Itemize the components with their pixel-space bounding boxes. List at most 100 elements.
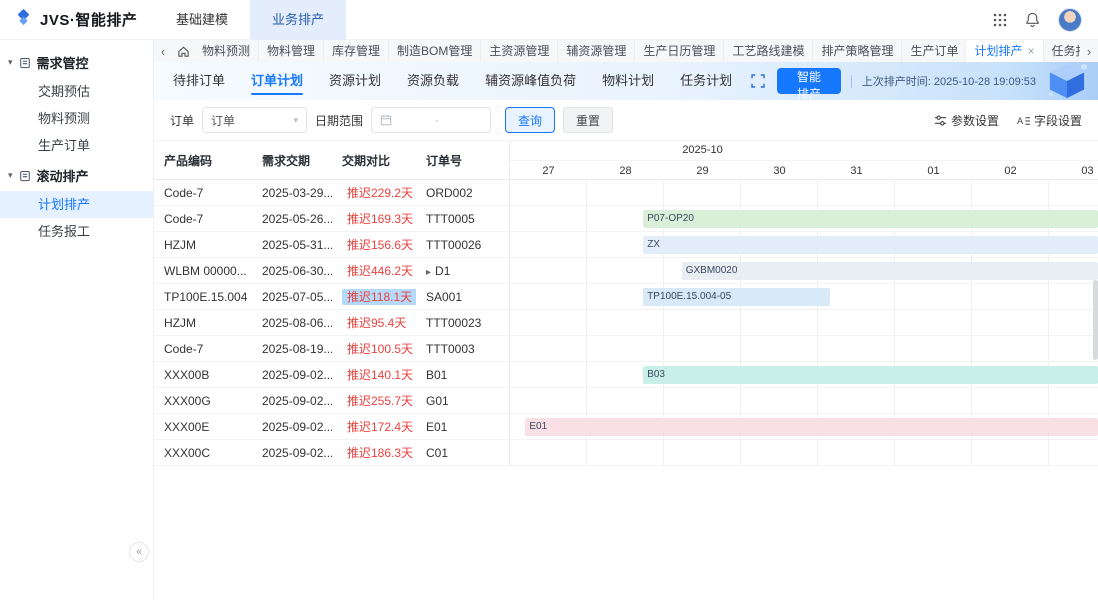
- due-date-cell: 2025-06-30...: [252, 264, 332, 278]
- sub-tab[interactable]: 资源计划: [316, 62, 394, 100]
- order-no-text: ORD002: [426, 186, 473, 200]
- param-settings-button[interactable]: 参数设置: [934, 112, 999, 129]
- home-icon[interactable]: [172, 45, 194, 58]
- nav-tab-list: 物料预测物料管理库存管理制造BOM管理主资源管理辅资源管理生产日历管理工艺路线建…: [194, 40, 1080, 62]
- expand-row-icon[interactable]: ▸: [426, 267, 431, 278]
- table-row[interactable]: HZJM2025-08-06...推迟95.4天TTT00023: [154, 310, 509, 336]
- notification-bell-icon[interactable]: [1025, 12, 1040, 27]
- user-avatar[interactable]: [1058, 8, 1082, 32]
- sidebar-collapse-button[interactable]: «: [129, 542, 149, 562]
- nav-tab[interactable]: 物料预测: [194, 40, 258, 62]
- calendar-icon: [380, 114, 392, 126]
- nav-tab[interactable]: 辅资源管理: [557, 40, 634, 62]
- nav-tab[interactable]: 任务报工: [1043, 40, 1080, 62]
- due-date-cell: 2025-03-29...: [252, 186, 332, 200]
- delay-cell: 推迟118.1天: [332, 288, 416, 305]
- vertical-scrollbar[interactable]: [1092, 180, 1098, 466]
- smart-schedule-button[interactable]: 智能排产: [777, 68, 841, 94]
- table-row[interactable]: Code-72025-08-19...推迟100.5天TTT0003: [154, 336, 509, 362]
- query-button[interactable]: 查询: [505, 107, 555, 133]
- sidebar-group-label: 需求管控: [37, 53, 89, 72]
- nav-tab[interactable]: 物料管理: [258, 40, 323, 62]
- table-row[interactable]: XXX00E2025-09-02...推迟172.4天E01: [154, 414, 509, 440]
- due-date-cell: 2025-08-06...: [252, 316, 332, 330]
- sub-tab[interactable]: 辅资源峰值负荷: [472, 62, 589, 100]
- table-row[interactable]: WLBM 00000...2025-06-30...推迟446.2天▸D1: [154, 258, 509, 284]
- table-row[interactable]: XXX00B2025-09-02...推迟140.1天B01: [154, 362, 509, 388]
- product-code-cell: XXX00C: [154, 446, 252, 460]
- nav-scroll-right-icon[interactable]: ›: [1080, 44, 1098, 59]
- order-no-text: SA001: [426, 290, 462, 304]
- delay-badge: 推迟255.7天: [342, 393, 416, 409]
- filter-toolbar: 订单 订单 ▾ 日期范围 - 查询 重置 参数设置 A: [154, 100, 1098, 140]
- gantt-bar[interactable]: ZX: [643, 236, 1098, 254]
- sidebar-item[interactable]: 交期预估: [0, 78, 153, 105]
- order-no-text: D1: [435, 264, 450, 278]
- nav-tab[interactable]: 工艺路线建模: [723, 40, 812, 62]
- sidebar-item[interactable]: 计划排产: [0, 191, 153, 218]
- gantt-day-label: 28: [587, 161, 664, 179]
- top-tab[interactable]: 业务排产: [250, 0, 346, 40]
- reset-button[interactable]: 重置: [563, 107, 613, 133]
- nav-tab[interactable]: 排产策略管理: [812, 40, 901, 62]
- sub-tab-bar: 待排订单订单计划资源计划资源负载辅资源峰值负荷物料计划任务计划 智能排产 上次排…: [154, 62, 1098, 100]
- top-tab-list: 基础建模业务排产: [154, 0, 346, 39]
- sub-tab[interactable]: 订单计划: [238, 62, 316, 100]
- delay-badge: 推迟156.6天: [342, 237, 416, 253]
- logo-text: JVS·智能排产: [40, 9, 137, 30]
- nav-tab[interactable]: 生产日历管理: [634, 40, 723, 62]
- table-row[interactable]: XXX00G2025-09-02...推迟255.7天G01: [154, 388, 509, 414]
- order-no-cell: TTT0005: [416, 212, 510, 226]
- table-body: Code-72025-03-29...推迟229.2天ORD002Code-72…: [154, 180, 510, 466]
- sidebar-item[interactable]: 任务报工: [0, 218, 153, 245]
- divider: [851, 75, 852, 88]
- sidebar-item[interactable]: 物料预测: [0, 105, 153, 132]
- field-settings-button[interactable]: A 字段设置: [1017, 112, 1082, 129]
- gantt-bar[interactable]: B03: [643, 366, 1098, 384]
- apps-grid-icon[interactable]: [993, 13, 1007, 27]
- sidebar-group-header[interactable]: ▾需求管控: [0, 46, 153, 78]
- gantt-bar[interactable]: E01: [525, 418, 1098, 436]
- gantt-bar[interactable]: P07-OP20: [643, 210, 1098, 228]
- order-no-cell: SA001: [416, 290, 510, 304]
- sub-tab[interactable]: 任务计划: [667, 62, 745, 100]
- date-range-input[interactable]: -: [371, 107, 491, 133]
- sub-tab[interactable]: 物料计划: [589, 62, 667, 100]
- nav-tab[interactable]: 制造BOM管理: [388, 40, 480, 62]
- due-date-cell: 2025-09-02...: [252, 446, 332, 460]
- sub-tab[interactable]: 待排订单: [160, 62, 238, 100]
- logo-diamond-icon: [13, 9, 34, 30]
- top-tab[interactable]: 基础建模: [154, 0, 250, 40]
- table-row[interactable]: XXX00C2025-09-02... 推迟186.3天 C01: [154, 440, 509, 466]
- nav-scroll-left-icon[interactable]: ‹: [154, 44, 172, 59]
- nav-tab[interactable]: 计划排产×: [966, 40, 1042, 62]
- order-plan-grid: 产品编码需求交期交期对比订单号 2025-10 2728293031010203…: [154, 140, 1098, 470]
- sidebar-item[interactable]: 生产订单: [0, 132, 153, 159]
- scrollbar-thumb[interactable]: [1093, 280, 1098, 360]
- order-no-cell: TTT00023: [416, 316, 510, 330]
- delay-badge: 推迟186.3天: [342, 445, 416, 461]
- gantt-day-row: 2728293031010203: [510, 161, 1098, 179]
- gantt-bar[interactable]: TP100E.15.004-05: [643, 288, 830, 306]
- table-row[interactable]: HZJM2025-05-31...推迟156.6天TTT00026: [154, 232, 509, 258]
- table-row[interactable]: Code-72025-05-26...推迟169.3天TTT0005: [154, 206, 509, 232]
- product-code-cell: HZJM: [154, 316, 252, 330]
- tab-close-icon[interactable]: ×: [1028, 44, 1035, 58]
- nav-tab[interactable]: 生产订单: [901, 40, 966, 62]
- fullscreen-icon[interactable]: [745, 74, 771, 88]
- table-row[interactable]: TP100E.15.0042025-07-05...推迟118.1天SA001: [154, 284, 509, 310]
- product-code-cell: XXX00E: [154, 420, 252, 434]
- table-row[interactable]: Code-72025-03-29...推迟229.2天ORD002: [154, 180, 509, 206]
- field-settings-icon: A: [1017, 114, 1030, 127]
- order-select[interactable]: 订单 ▾: [202, 107, 307, 133]
- nav-tab[interactable]: 主资源管理: [480, 40, 557, 62]
- column-header: 产品编码: [154, 141, 252, 179]
- delay-badge: 推迟118.1天: [342, 289, 416, 305]
- nav-tab[interactable]: 库存管理: [323, 40, 388, 62]
- order-no-cell: C01: [416, 446, 510, 460]
- gantt-month-row: 2025-10: [510, 141, 1098, 161]
- sidebar-group-header[interactable]: ▾滚动排产: [0, 159, 153, 191]
- gantt-bar[interactable]: GXBM0020: [682, 262, 1098, 280]
- order-no-text: C01: [426, 446, 448, 460]
- sub-tab[interactable]: 资源负载: [394, 62, 472, 100]
